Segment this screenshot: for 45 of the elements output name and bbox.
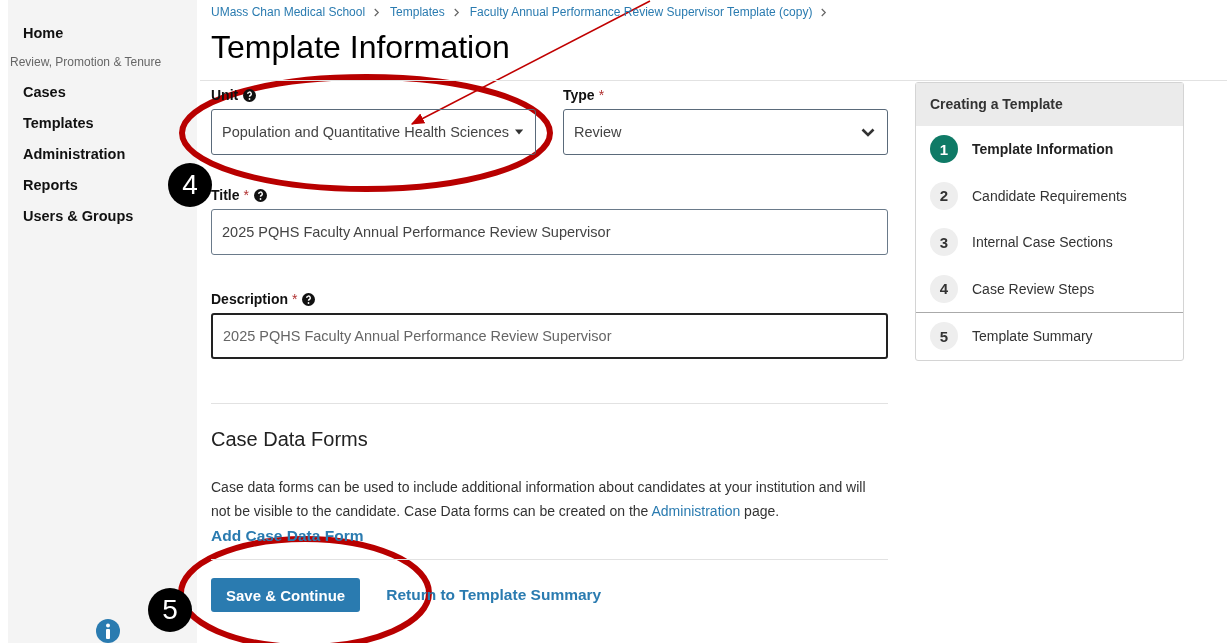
breadcrumb-link[interactable]: Faculty Annual Performance Review Supervisor Template (copy): [469, 5, 813, 19]
step-number: 5: [930, 322, 958, 351]
description-field[interactable]: 2025 PQHS Faculty Annual Performance Review Supervisor: [211, 313, 888, 359]
step-link[interactable]: Template Information: [972, 141, 1114, 158]
sidebar-link[interactable]: Users & Groups: [8, 205, 134, 236]
sidebar-link[interactable]: Templates: [8, 112, 94, 143]
required-mark: *: [243, 187, 249, 203]
caret-icon: [514, 129, 523, 135]
breadcrumb-link[interactable]: Templates: [390, 5, 445, 19]
unit-dropdown[interactable]: Population and Quantitative Health Sciences: [211, 109, 536, 155]
required-mark: *: [292, 291, 298, 307]
chevron-icon: [452, 7, 460, 17]
type-select[interactable]: Review: [563, 109, 888, 155]
step-link[interactable]: Internal Case Sections: [972, 234, 1113, 251]
field-label: Description: [211, 291, 288, 307]
step-link[interactable]: Case Review Steps: [972, 280, 1095, 297]
sidebar-link[interactable]: Reports: [8, 174, 78, 205]
sidebar-heading: Review, Promotion & Tenure: [9, 54, 162, 71]
chevron-down-icon: [861, 127, 875, 137]
sidebar-link[interactable]: Cases: [8, 81, 66, 112]
help-icon[interactable]: [302, 292, 316, 306]
step-link[interactable]: Template Summary: [972, 328, 1093, 345]
sidebar-link[interactable]: Home: [8, 22, 64, 53]
help-icon[interactable]: [243, 88, 257, 102]
help-icon[interactable]: [254, 188, 267, 202]
title-field[interactable]: 2025 PQHS Faculty Annual Performance Review Supervisor: [211, 209, 888, 255]
required-mark: *: [598, 87, 605, 103]
field-label: Type: [563, 87, 595, 103]
step-number: 1: [930, 135, 958, 164]
info-icon[interactable]: [96, 619, 120, 643]
field-label: Title: [211, 187, 240, 203]
section-description: Case data forms can be used to include additional information about candidates at your institution and will not be visible to the candidate. Case Data forms can be created on the Administration page.: [211, 478, 867, 521]
step-link[interactable]: Candidate Requirements: [972, 187, 1127, 204]
section-heading: Case Data Forms: [211, 428, 369, 451]
chevron-icon: [373, 7, 381, 17]
save-continue-button[interactable]: Save & Continue: [211, 578, 361, 612]
breadcrumb-link[interactable]: UMass Chan Medical School: [211, 5, 366, 19]
step-number: 4: [930, 274, 958, 303]
administration-link[interactable]: Administration: [651, 503, 741, 519]
panel-title: Creating a Template: [916, 83, 1183, 126]
step-number: 2: [930, 181, 958, 210]
step-number: 3: [930, 228, 958, 257]
page-title: Template Information: [211, 28, 511, 67]
chevron-icon: [820, 7, 828, 17]
sidebar-link[interactable]: Administration: [8, 143, 126, 174]
